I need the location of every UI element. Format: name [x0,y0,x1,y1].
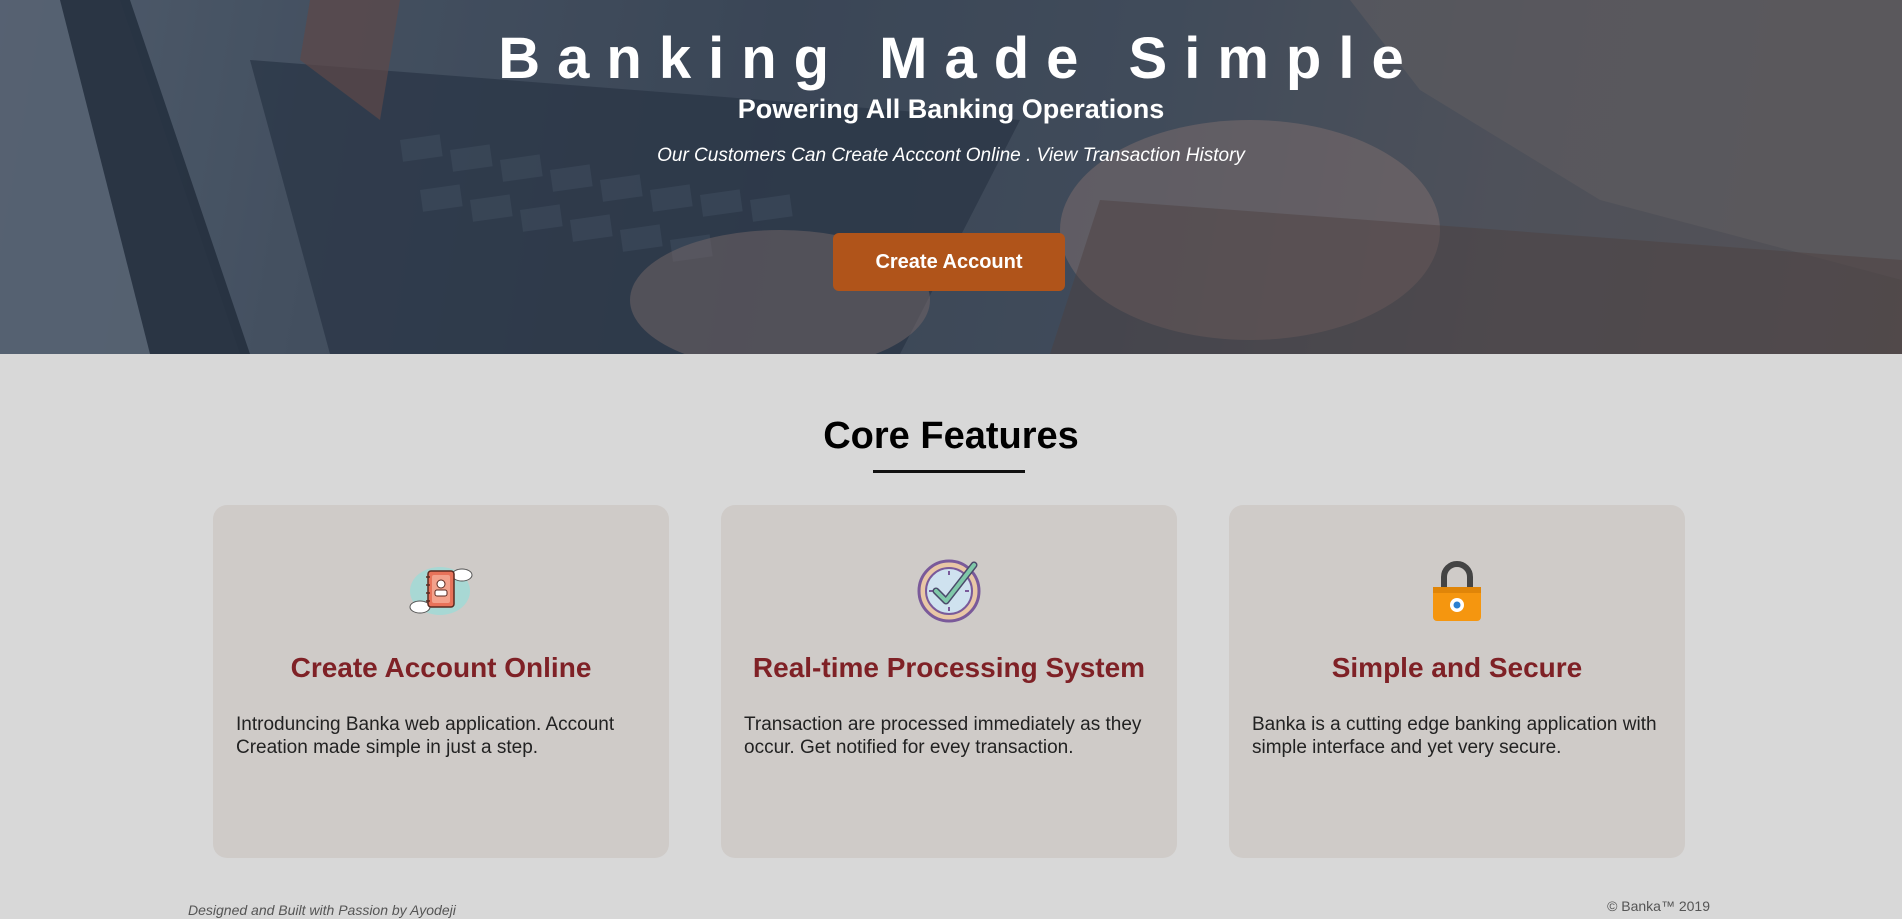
create-account-button[interactable]: Create Account [833,233,1065,291]
feature-card-secure: Simple and Secure Banka is a cutting edg… [1229,505,1685,858]
padlock-icon [1433,561,1481,621]
card-description: Introduncing Banka web application. Acco… [236,714,615,758]
title-underline [873,470,1025,473]
feature-card-create-account: Create Account Online Introduncing Banka… [213,505,669,858]
hero-title: Banking Made Simple [498,26,1421,91]
card-description: Banka is a cutting edge banking applicat… [1252,714,1657,758]
hero-banner: Banking Made Simple Powering All Banking… [0,0,1902,354]
section-title: Core Features [823,415,1079,457]
hero-tagline: Our Customers Can Create Acccont Online … [657,145,1245,166]
hero-subtitle: Powering All Banking Operations [737,94,1165,124]
card-title: Real-time Processing System [752,652,1146,683]
card-title: Create Account Online [290,652,592,683]
address-book-icon [409,567,473,615]
footer-copyright: © Banka™ 2019 [1607,898,1710,914]
footer-credit: Designed and Built with Passion by Ayode… [188,902,456,918]
card-title: Simple and Secure [1331,652,1583,683]
card-description: Transaction are processed immediately as… [744,714,1142,758]
feature-card-realtime: Real-time Processing System Transaction … [721,505,1177,858]
clock-check-icon [917,559,981,623]
